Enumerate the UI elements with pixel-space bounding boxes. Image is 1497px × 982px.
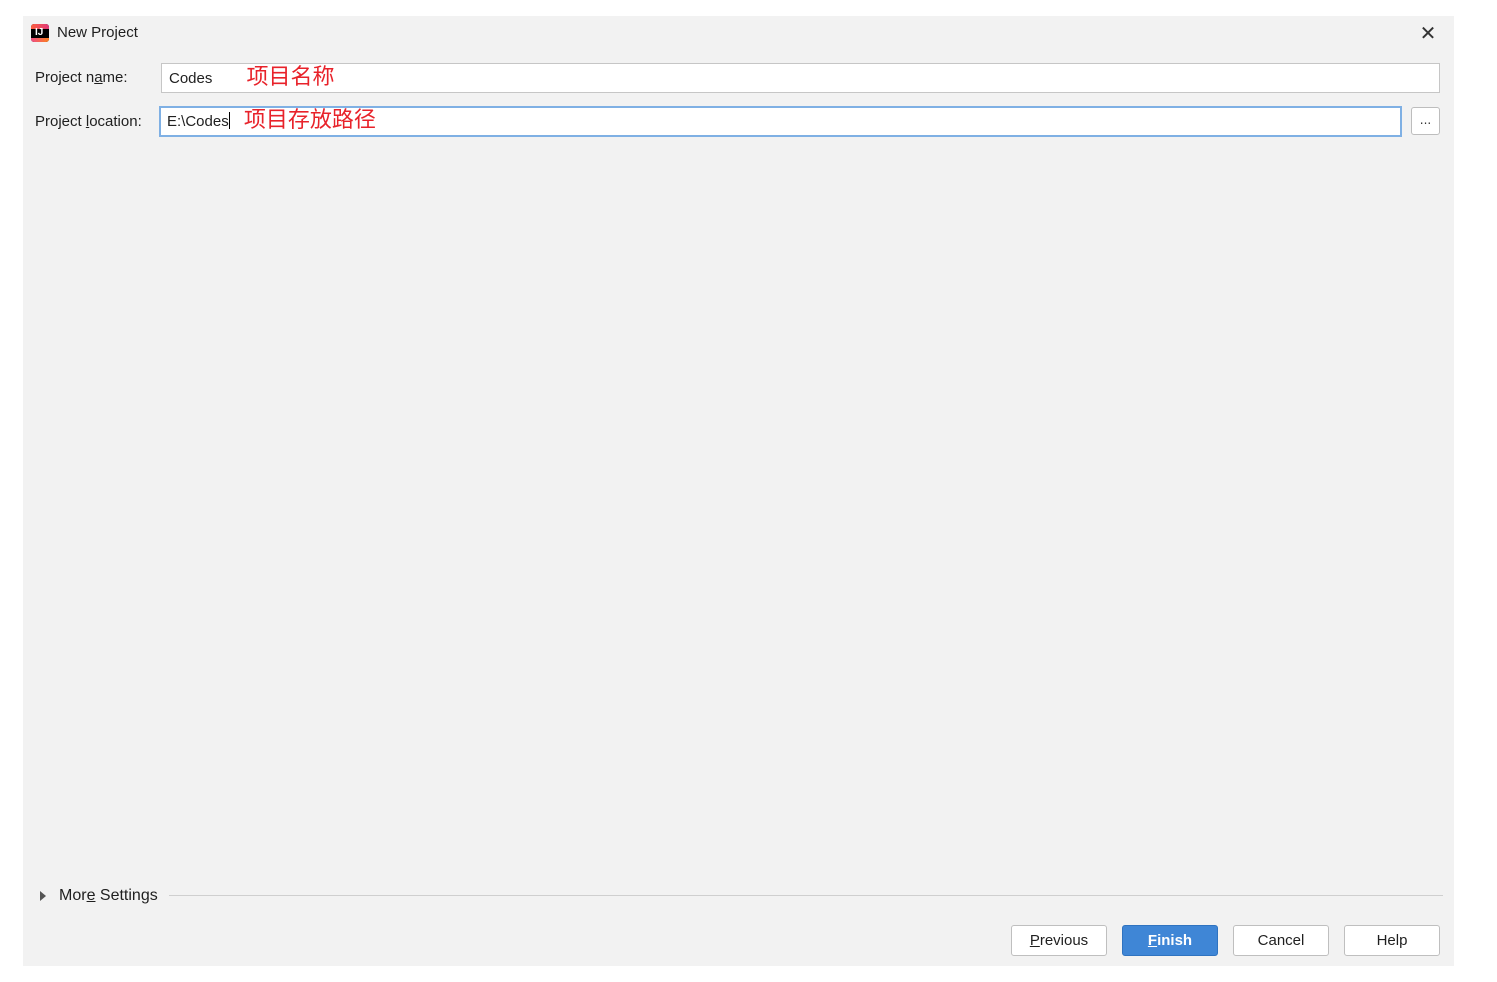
- project-name-label-part: me:: [102, 69, 128, 86]
- project-name-annotation: 项目名称: [246, 65, 335, 90]
- project-name-value: Codes: [169, 70, 213, 87]
- help-button[interactable]: Help: [1344, 925, 1440, 956]
- close-button[interactable]: ✕: [1416, 21, 1440, 45]
- intellij-idea-icon: IJ: [31, 24, 49, 42]
- expand-triangle-icon: [40, 891, 46, 901]
- text-caret: [228, 112, 230, 129]
- project-location-value: E:\Codes: [167, 113, 229, 130]
- project-location-label: Project location:: [35, 113, 142, 130]
- project-name-field[interactable]: Codes 项目名称: [161, 63, 1440, 93]
- app-icon-glyph: IJ: [35, 27, 44, 38]
- browse-location-button[interactable]: ...: [1411, 107, 1440, 135]
- project-name-label-mnemonic: a: [94, 69, 103, 86]
- previous-button-label: revious: [1039, 932, 1089, 949]
- window-title: New Project: [57, 24, 138, 41]
- new-project-dialog: IJ New Project ✕ Project name: Codes 项目名…: [23, 16, 1454, 966]
- previous-button[interactable]: Previous: [1011, 925, 1107, 956]
- close-icon: ✕: [1419, 21, 1437, 45]
- project-name-label: Project name:: [35, 69, 128, 86]
- finish-button-mnemonic: F: [1147, 932, 1158, 949]
- finish-button-label: inish: [1157, 932, 1193, 949]
- more-settings-label-part: Settings: [95, 887, 158, 904]
- project-location-label-part: Project: [35, 113, 86, 130]
- title-bar: IJ New Project ✕: [23, 16, 1454, 50]
- more-settings-label-part: Mor: [59, 887, 87, 904]
- project-name-label-part: Project n: [35, 69, 95, 86]
- more-settings-separator: [169, 895, 1443, 896]
- previous-button-mnemonic: P: [1029, 932, 1040, 949]
- more-settings-label: More Settings: [59, 887, 158, 905]
- cancel-button[interactable]: Cancel: [1233, 925, 1329, 956]
- more-settings-toggle[interactable]: More Settings: [40, 885, 158, 907]
- project-location-label-part: ocation:: [89, 113, 142, 130]
- app-icon-stripe-bottom: [31, 38, 49, 42]
- finish-button[interactable]: Finish: [1122, 925, 1218, 956]
- project-location-annotation: 项目存放路径: [243, 108, 376, 133]
- project-location-field[interactable]: E:\Codes 项目存放路径: [159, 106, 1402, 137]
